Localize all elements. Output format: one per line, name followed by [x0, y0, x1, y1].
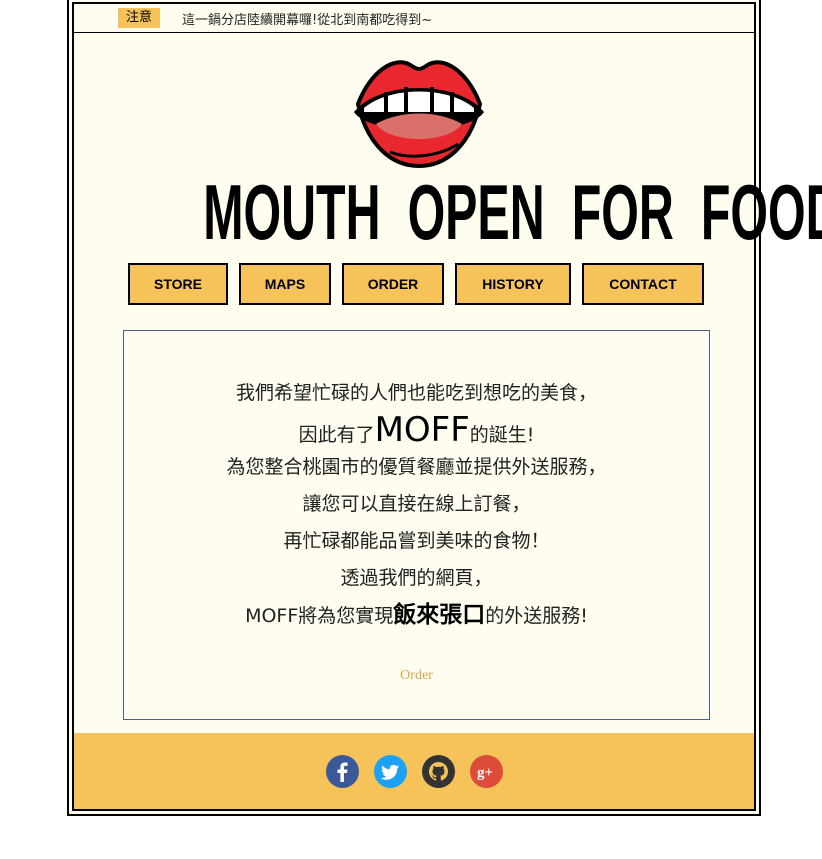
nav-store-button[interactable]: STORE: [128, 263, 228, 305]
intro-line: 再忙碌都能品嘗到美味的食物！: [283, 530, 550, 552]
page-frame: 注意 這一鍋分店陸續開幕囉!從北到南都吃得到~ MOUTH OPEN FOR F…: [67, 0, 822, 816]
footer: g+: [74, 733, 754, 809]
moff-brand-text: MOFF: [374, 410, 470, 450]
nav-order-button[interactable]: ORDER: [342, 263, 444, 305]
intro-line: MOFF將為您實現飯來張口的外送服務!: [124, 597, 709, 634]
intro-panel: 我們希望忙碌的人們也能吃到想吃的美食， 因此有了MOFF的誕生! 為您整合桃園市…: [123, 330, 710, 720]
intro-line: 讓您可以直接在線上訂餐，: [302, 493, 531, 515]
intro-text: 因此有了: [298, 424, 375, 446]
google-plus-icon[interactable]: g+: [469, 754, 503, 788]
intro-text: 的外送服務!: [485, 605, 588, 627]
nav-history-button[interactable]: HISTORY: [455, 263, 571, 305]
svg-text:g+: g+: [477, 765, 493, 781]
notice-bar: 注意 這一鍋分店陸續開幕囉!從北到南都吃得到~: [74, 4, 754, 33]
nav-maps-button[interactable]: MAPS: [239, 263, 331, 305]
mouth-logo-icon: [354, 60, 484, 169]
nav-contact-button[interactable]: CONTACT: [582, 263, 704, 305]
page-container: 注意 這一鍋分店陸續開幕囉!從北到南都吃得到~ MOUTH OPEN FOR F…: [72, 2, 822, 811]
intro-text: 的誕生!: [469, 424, 535, 446]
intro-line: 為您整合桃園市的優質餐廳並提供外送服務，: [226, 456, 607, 478]
intro-text: MOFF將為您實現: [245, 605, 394, 627]
main-nav: STORE MAPS ORDER HISTORY CONTACT: [128, 263, 704, 305]
order-link[interactable]: Order: [400, 668, 433, 684]
slogan-text: 飯來張口: [393, 602, 486, 628]
twitter-icon[interactable]: [373, 754, 407, 788]
intro-line: 因此有了MOFF的誕生!: [124, 412, 709, 449]
site-title: MOUTH OPEN FOR FOOD: [203, 168, 822, 256]
intro-line: 透過我們的網頁，: [340, 567, 493, 589]
intro-line: 我們希望忙碌的人們也能吃到想吃的美食，: [235, 382, 597, 404]
facebook-icon[interactable]: [325, 754, 359, 788]
notice-badge: 注意: [118, 8, 161, 28]
notice-text: 這一鍋分店陸續開幕囉!從北到南都吃得到~: [182, 12, 433, 28]
github-icon[interactable]: [421, 754, 455, 788]
